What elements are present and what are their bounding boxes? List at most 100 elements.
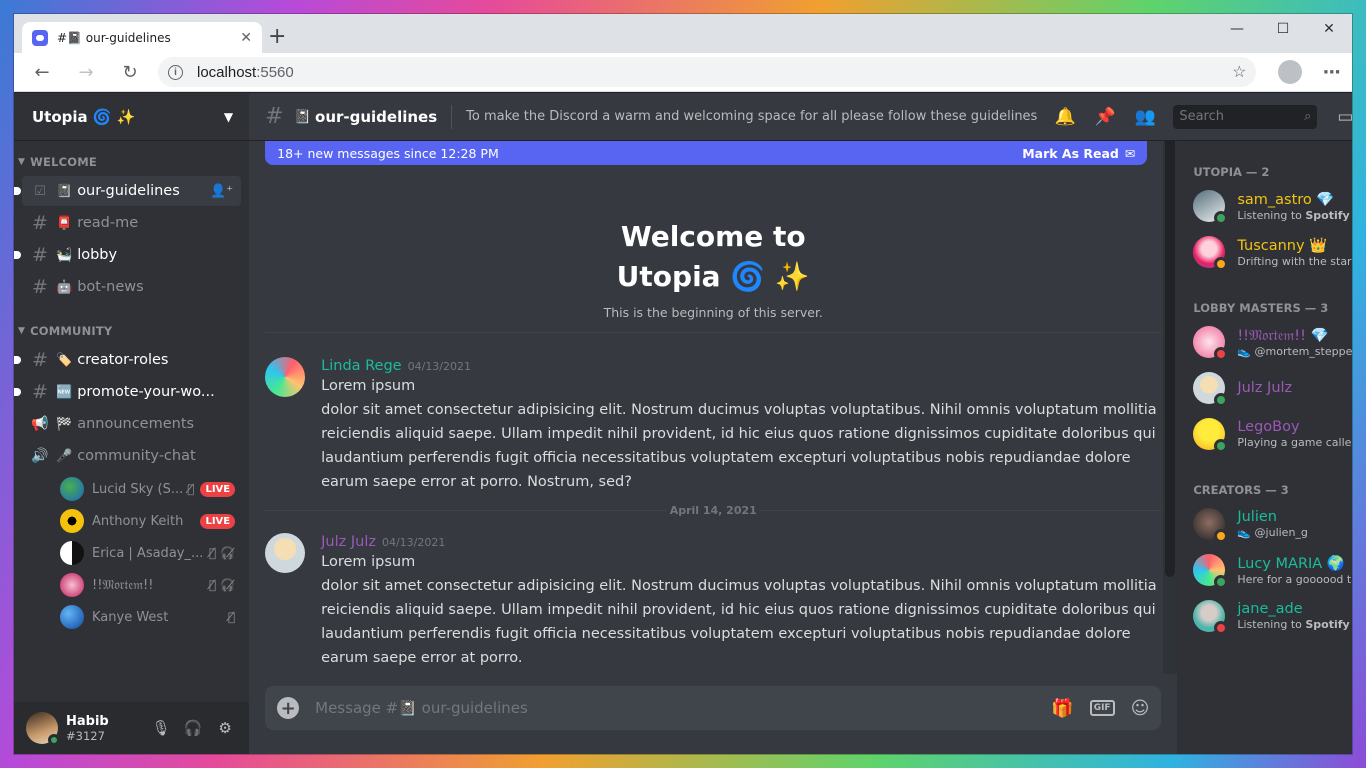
bell-icon[interactable]: 🔔 [1045,107,1085,127]
deafened-icon: 🎧̸ [220,578,236,592]
welcome-line-2: Utopia 🌀 ✨ [616,260,810,293]
user-tag: #3127 [66,728,105,743]
live-badge: LIVE [200,481,236,497]
server-name: Utopia 🌀 ✨ [32,107,136,126]
forward-icon[interactable]: → [70,57,102,87]
member-group-title: UTOPIA — 2 [1193,165,1270,179]
mute-mic-icon[interactable]: 🎙 [145,719,177,737]
member-item[interactable]: Lucy MARIA 🌍Here for a goooood time [1185,547,1352,593]
channel-sidebar: Utopia 🌀 ✨ ▼ ▼ WELCOME ☑ 📓 our-guidelines… [14,93,250,754]
channel-promote-your-work[interactable]: # 🆕 promote-your-wo... [14,377,241,407]
inbox-icon[interactable]: ▭ [1325,107,1352,127]
pin-icon[interactable]: 📌 [1085,107,1125,127]
category-welcome[interactable]: ▼ WELCOME [14,147,249,174]
muted-mic-icon: 🎙̸ [187,482,195,496]
hash-icon: # [32,381,48,403]
search-input[interactable]: Search ⌕ [1173,104,1318,129]
tab-title: #📓 our-guidelines [57,30,171,45]
new-messages-bar[interactable]: 18+ new messages since 12:28 PM Mark As … [265,141,1148,165]
site-info-icon[interactable]: i [168,64,183,80]
deafened-icon: 🎧̸ [220,546,236,560]
voice-user[interactable]: Lucid Sky (S... 🎙̸ LIVE [14,473,249,505]
avatar [1193,418,1229,453]
voice-user[interactable]: !!𝔐𝔬𝔯𝔱𝔢𝔪!! 🎙̸ 🎧̸ [14,569,249,601]
create-invite-icon[interactable]: 👤⁺ [210,184,233,199]
maximize-icon[interactable]: ☐ [1260,14,1306,44]
channel-creator-roles[interactable]: # 🏷️ creator-roles [14,345,241,375]
channel-bot-news[interactable]: # 🤖 bot-news [22,272,241,302]
scrollbar[interactable] [1163,141,1178,754]
minimize-icon[interactable]: — [1214,14,1260,44]
avatar [60,509,84,533]
avatar[interactable] [26,712,60,746]
member-item[interactable]: !!𝔐𝔬𝔯𝔱𝔢𝔪!! 💎 👟 @mortem_stepper [1185,319,1352,365]
voice-user[interactable]: Kanye West 🎙̸ [14,601,249,633]
voice-user[interactable]: Anthony Keith LIVE [14,505,249,537]
profile-avatar-icon[interactable] [1278,60,1303,84]
emoji-icon[interactable]: ☺ [1131,698,1150,719]
voice-user[interactable]: Erica | Asaday_... 🎙̸ 🎧̸ [14,537,249,569]
new-tab-icon[interactable]: + [268,24,286,50]
member-item[interactable]: jane_adeListening to Spotify ▤ [1185,593,1352,639]
speaker-icon: 🔊 [31,448,49,464]
category-community[interactable]: ▼ COMMUNITY [14,304,249,343]
user-panel: Habib #3127 🎙 🎧 ⚙ [14,702,250,754]
server-header[interactable]: Utopia 🌀 ✨ ▼ [14,93,250,141]
members-icon[interactable]: 👥 [1125,107,1165,127]
back-icon[interactable]: ← [26,57,58,87]
muted-mic-icon: 🎙̸ [208,578,217,592]
gif-button[interactable]: GIF [1089,700,1115,716]
member-item[interactable]: sam_astro 💎Listening to Spotify ▤ [1185,183,1352,229]
message-author[interactable]: Linda Rege [321,358,401,374]
settings-gear-icon[interactable]: ⚙ [209,719,241,737]
message[interactable]: Julz Julz 04/13/2021 Lorem ipsum dolor si… [265,517,1161,670]
member-item[interactable]: LegoBoyPlaying a game called life [1185,411,1352,457]
reload-icon[interactable]: ↻ [114,57,146,87]
avatar[interactable] [265,357,306,397]
discord-app: + 🧭 ⤓ Utopia 🌀 ✨ ▼ ▼WELCOME ☑ 📓 our-guid… [14,93,1352,754]
bookmark-star-icon[interactable]: ☆ [1232,62,1246,82]
deafen-icon[interactable]: 🎧 [177,719,209,737]
chevron-down-icon[interactable]: ▼ [224,110,233,124]
channel-community-chat[interactable]: 🔊 🎤 community-chat [22,441,241,471]
avatar [1193,190,1229,225]
avatar [60,541,84,565]
channel-our-guidelines[interactable]: ☑ 📓 our-guidelines 👤⁺ [14,176,242,206]
avatar [1193,600,1229,635]
member-item[interactable]: Tuscanny 👑 Drifting with the stars [1185,229,1352,275]
live-badge: LIVE [200,513,236,529]
avatar [1193,372,1229,407]
close-window-icon[interactable]: ✕ [1306,14,1352,44]
mark-as-read-button[interactable]: Mark As Read [1022,146,1119,161]
url-port: :5560 [256,63,294,81]
member-item[interactable]: Julien 👟 @julien_g [1185,501,1352,547]
member-group-title: CREATORS — 3 [1193,483,1289,497]
channel-list: ▼ WELCOME ☑ 📓 our-guidelines 👤⁺ # 📮 read-… [14,141,249,702]
message-text: Lorem ipsum [321,554,416,570]
megaphone-icon: 📢 [31,416,49,432]
close-tab-icon[interactable]: ✕ [240,30,252,46]
member-list: UTOPIA — 2 sam_astro 💎 Listening to Spoti… [1177,141,1352,754]
avatar[interactable] [265,533,306,573]
welcome-subtitle: This is the beginning of this server. [603,305,823,320]
url-field[interactable]: i localhost:5560 ☆ [158,57,1257,87]
hash-icon: # [32,349,48,371]
channel-read-me[interactable]: # 📮 read-me [22,208,241,238]
message-input[interactable]: + Message #📓 our-guidelines 🎁 GIF ☺ [265,686,1162,730]
browser-tab[interactable]: #📓 our-guidelines ✕ [22,22,262,53]
gift-icon[interactable]: 🎁 [1051,698,1073,719]
message-list[interactable]: 18+ new messages since 12:28 PM Mark As … [249,141,1178,754]
message-text: dolor sit amet consectetur adipisicing e… [321,578,1157,666]
welcome-header: Welcome to Utopia 🌀 ✨ This is the beginn… [265,141,1161,320]
member-item[interactable]: Julz Julz [1185,365,1352,411]
channel-lobby[interactable]: # 🛀 lobby [14,240,241,270]
channel-topic[interactable]: To make the Discord a warm and welcoming… [466,109,1037,124]
member-group-title: LOBBY MASTERS — 3 [1193,301,1329,315]
message-author[interactable]: Julz Julz [321,534,376,550]
message[interactable]: Linda Rege 04/13/2021 Lorem ipsum dolor s… [265,333,1161,494]
avatar [1193,326,1229,361]
browser-menu-icon[interactable]: ··· [1322,62,1340,83]
address-bar: ← → ↻ i localhost:5560 ☆ ··· [14,53,1352,92]
attach-plus-icon[interactable]: + [277,697,300,719]
channel-announcements[interactable]: 📢 🏁 announcements [22,409,241,439]
